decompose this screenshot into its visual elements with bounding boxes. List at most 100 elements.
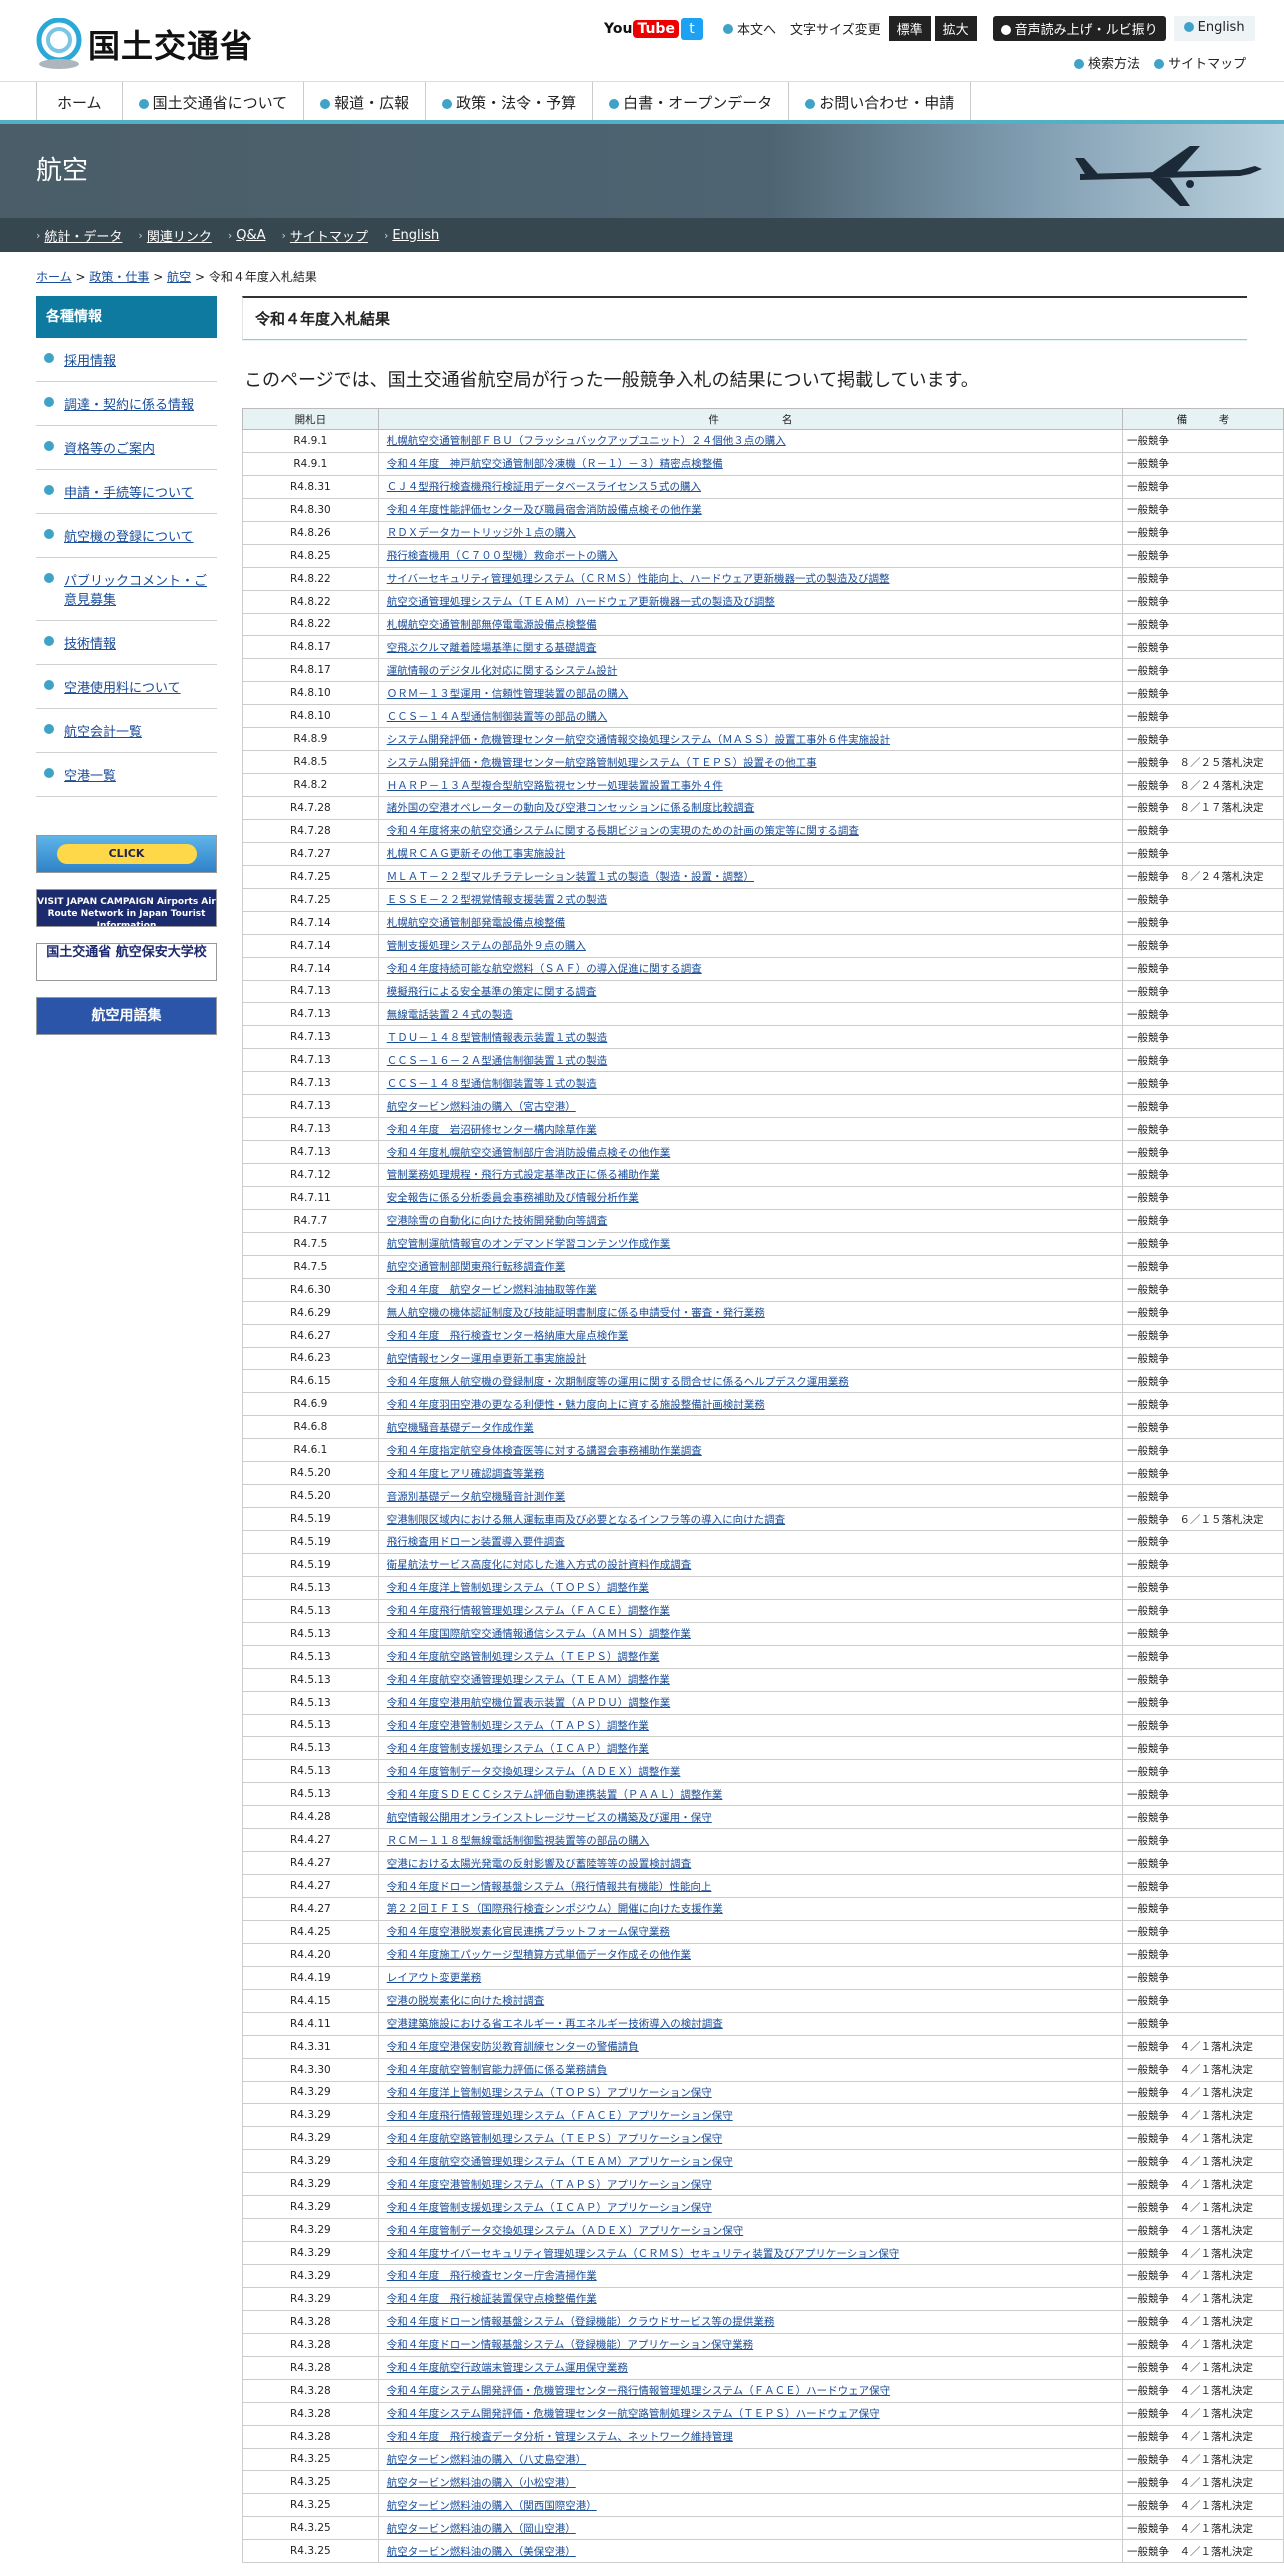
row-name-link[interactable]: 令和４年度 航空タービン燃料油抽取等作業: [387, 1284, 597, 1296]
row-name-link[interactable]: 令和４年度洋上管制処理システム（ＴＯＰＳ）調整作業: [387, 1582, 649, 1594]
gnav-about[interactable]: 国土交通省について: [123, 82, 305, 120]
row-name-link[interactable]: 令和４年度空港脱炭素化官民連携プラットフォーム保守業務: [387, 1926, 670, 1938]
sidebar-item-technical[interactable]: 技術情報: [36, 621, 217, 665]
row-name-link[interactable]: 令和４年度管制支援処理システム（ＩＣＡＰ）調整作業: [387, 1743, 649, 1755]
search-method-link[interactable]: 検索方法: [1088, 57, 1140, 72]
row-name-link[interactable]: 札幌航空交通管制部ＦＢＵ（フラッシュバックアップユニット）２４個他３点の購入: [387, 435, 786, 447]
row-name-link[interactable]: 令和４年度空港保安防災教育訓練センターの警備請負: [387, 2041, 639, 2053]
sidebar-item-airports[interactable]: 空港一覧: [36, 753, 217, 797]
row-name-link[interactable]: 航空タービン燃料油の購入（宮古空港）: [387, 1101, 576, 1113]
gnav-whitepaper[interactable]: 白書・オープンデータ: [593, 82, 790, 120]
row-name-link[interactable]: 令和４年度札幌航空交通管制部庁舎消防設備点検その他作業: [387, 1147, 671, 1159]
row-name-link[interactable]: 令和４年度システム開発評価・危機管理センター航空路管制処理システム（ＴＥＰＳ）ハ…: [387, 2408, 880, 2420]
row-name-link[interactable]: 令和４年度 神戸航空交通管制部冷凍機（Ｒ－１）－３）精密点検整備: [387, 458, 723, 470]
row-name-link[interactable]: 諸外国の空港オペレーターの動向及び空港コンセッションに係る制度比較調査: [387, 802, 755, 814]
row-name-link[interactable]: ＨＡＲＰ－１３Ａ型複合型航空路監視センサー処理装置設置工事外４件: [387, 780, 723, 792]
row-name-link[interactable]: 令和４年度管制データ交換処理システム（ＡＤＥＸ）調整作業: [387, 1766, 681, 1778]
row-name-link[interactable]: 令和４年度ヒアリ確認調査等業務: [387, 1468, 545, 1480]
subnav-sitemap[interactable]: サイトマップ: [290, 226, 368, 245]
row-name-link[interactable]: 航空管制運航情報官のオンデマンド学習コンテンツ作成作業: [387, 1238, 671, 1250]
banner-glossary[interactable]: 航空用語集: [36, 997, 217, 1035]
row-name-link[interactable]: 管制業務処理規程・飛行方式設定基準改正に係る補助作業: [387, 1169, 660, 1181]
row-name-link[interactable]: ＭＬＡＴ－２２型マルチラテレーション装置１式の製造（製造・設置・調整）: [387, 871, 754, 883]
row-name-link[interactable]: 令和４年度航空路管制処理システム（ＴＥＰＳ）調整作業: [387, 1651, 660, 1663]
row-name-link[interactable]: ＲＣＭ－１１８型無線電話制御監視装置等の部品の購入: [387, 1835, 650, 1847]
row-name-link[interactable]: 管制支援処理システムの部品外９点の購入: [387, 940, 586, 952]
sidebar-item-registration[interactable]: 航空機の登録について: [36, 514, 217, 558]
subnav-english[interactable]: English: [392, 228, 439, 243]
voice-ruby-button[interactable]: 音声読み上げ・ルビ振り: [992, 16, 1166, 41]
row-name-link[interactable]: 航空機騒音基礎データ作成作業: [387, 1422, 534, 1434]
row-name-link[interactable]: 運航情報のデジタル化対応に関するシステム設計: [387, 665, 617, 677]
breadcrumb-policy[interactable]: 政策・仕事: [89, 270, 149, 284]
font-large-button[interactable]: 拡大: [934, 16, 977, 41]
row-name-link[interactable]: 令和４年度航空交通管理処理システム（ＴＥＡＭ）アプリケーション保守: [387, 2156, 733, 2168]
gnav-home[interactable]: ホーム: [36, 82, 123, 120]
row-name-link[interactable]: 航空タービン燃料油の購入（美保空港）: [387, 2546, 576, 2558]
row-name-link[interactable]: 令和４年度ドローン情報基盤システム（登録機能）アプリケーション保守業務: [387, 2339, 753, 2351]
row-name-link[interactable]: 令和４年度空港用航空機位置表示装置（ＡＰＤＵ）調整作業: [387, 1697, 671, 1709]
row-name-link[interactable]: 安全報告に係る分析委員会事務補助及び情報分析作業: [387, 1192, 639, 1204]
row-name-link[interactable]: 航空タービン燃料油の購入（岡山空港）: [387, 2523, 576, 2535]
sidebar-item-recruit[interactable]: 採用情報: [36, 338, 217, 382]
sidebar-item-airport-fees[interactable]: 空港使用料について: [36, 665, 217, 709]
row-name-link[interactable]: 令和４年度持続可能な航空燃料（ＳＡＦ）の導入促進に関する調査: [387, 963, 702, 975]
row-name-link[interactable]: 令和４年度航空路管制処理システム（ＴＥＰＳ）アプリケーション保守: [387, 2133, 722, 2145]
row-name-link[interactable]: 令和４年度 岩沼研修センター構内除草作業: [387, 1124, 597, 1136]
row-name-link[interactable]: 航空交通管理処理システム（ＴＥＡＭ）ハードウェア更新機器一式の製造及び調整: [387, 596, 775, 608]
row-name-link[interactable]: ＴＤＵ－１４８型管制情報表示装置１式の製造: [387, 1032, 608, 1044]
row-name-link[interactable]: 令和４年度管制支援処理システム（ＩＣＡＰ）アプリケーション保守: [387, 2202, 712, 2214]
row-name-link[interactable]: 令和４年度空港管制処理システム（ＴＡＰＳ）アプリケーション保守: [387, 2179, 712, 2191]
gnav-contact[interactable]: お問い合わせ・申請: [789, 82, 972, 120]
row-name-link[interactable]: 令和４年度サイバーセキュリティ管理処理システム（ＣＲＭＳ）セキュリティ装置及びア…: [387, 2248, 900, 2260]
row-name-link[interactable]: 令和４年度飛行情報管理処理システム（ＦＡＣＥ）調整作業: [387, 1605, 670, 1617]
row-name-link[interactable]: 模擬飛行による安全基準の策定に関する調査: [387, 986, 597, 998]
row-name-link[interactable]: 札幌ＲＣＡＧ更新その他工事実施設計: [387, 848, 566, 860]
row-name-link[interactable]: 令和４年度ドローン情報基盤システム（飛行情報共有機能）性能向上: [387, 1881, 712, 1893]
row-name-link[interactable]: 空港制限区域内における無人運転車両及び必要となるインフラ等の導入に向けた調査: [387, 1514, 785, 1526]
row-name-link[interactable]: 無線電話装置２４式の製造: [387, 1009, 513, 1021]
row-name-link[interactable]: 令和４年度 飛行検査センター格納庫大扉点検作業: [387, 1330, 629, 1342]
font-standard-button[interactable]: 標準: [888, 16, 931, 41]
banner-visit-japan[interactable]: VISIT JAPAN CAMPAIGN Airports Air Route …: [36, 889, 217, 927]
banner-aviation-college[interactable]: 国土交通省 航空保安大学校: [36, 943, 217, 981]
row-name-link[interactable]: 空港除雪の自動化に向けた技術開発動向等調査: [387, 1215, 608, 1227]
row-name-link[interactable]: 空港における太陽光発電の反射影響及び蓄陸等等の設置検討調査: [387, 1858, 692, 1870]
row-name-link[interactable]: 航空タービン燃料油の購入（八丈島空港）: [387, 2454, 587, 2466]
row-name-link[interactable]: 航空タービン燃料油の購入（関西国際空港）: [387, 2500, 597, 2512]
breadcrumb-aviation[interactable]: 航空: [167, 270, 191, 284]
row-name-link[interactable]: システム開発評価・危機管理センター航空路管制処理システム（ＴＥＰＳ）設置その他工…: [387, 757, 817, 769]
row-name-link[interactable]: 航空タービン燃料油の購入（小松空港）: [387, 2477, 576, 2489]
row-name-link[interactable]: 令和４年度指定航空身体検査医等に対する講習会事務補助作業調査: [387, 1445, 702, 1457]
breadcrumb-home[interactable]: ホーム: [36, 270, 72, 284]
sidebar-item-applications[interactable]: 申請・手続等について: [36, 470, 217, 514]
row-name-link[interactable]: 飛行検査機用（Ｃ７００型機）救命ボートの購入: [387, 550, 618, 562]
row-name-link[interactable]: 令和４年度ＳＤＥＣＣシステム評価自動連携装置（ＰＡＡＬ）調整作業: [387, 1789, 723, 1801]
row-name-link[interactable]: サイバーセキュリティ管理処理システム（ＣＲＭＳ）性能向上、ハードウェア更新機器一…: [387, 573, 890, 585]
row-name-link[interactable]: 令和４年度洋上管制処理システム（ＴＯＰＳ）アプリケーション保守: [387, 2087, 712, 2099]
skip-to-content-link[interactable]: 本文へ: [737, 19, 776, 38]
row-name-link[interactable]: 令和４年度飛行情報管理処理システム（ＦＡＣＥ）アプリケーション保守: [387, 2110, 733, 2122]
row-name-link[interactable]: 飛行検査用ドローン装置導入要件調査: [387, 1536, 565, 1548]
row-name-link[interactable]: 航空情報公開用オンラインストレージサービスの構築及び運用・保守: [387, 1812, 712, 1824]
row-name-link[interactable]: ＣＣＳ－１４Ａ型通信制御装置等の部品の購入: [387, 711, 608, 723]
row-name-link[interactable]: ＣＣＳ－１４８型通信制御装置等１式の製造: [387, 1078, 597, 1090]
row-name-link[interactable]: 令和４年度施工パッケージ型積算方式単価データ作成その他作業: [387, 1949, 691, 1961]
row-name-link[interactable]: 令和４年度性能評価センター及び職員宿舎消防設備点検その他作業: [387, 504, 702, 516]
row-name-link[interactable]: ＣＪ４型飛行検査機飛行検証用データベースライセンス５式の購入: [387, 481, 701, 493]
mlit-logo[interactable]: 国土交通省: [36, 17, 253, 70]
row-name-link[interactable]: 空港建築施設における省エネルギー・再エネルギー技術導入の検討調査: [387, 2018, 723, 2030]
sidebar-item-procurement[interactable]: 調達・契約に係る情報: [36, 382, 217, 426]
row-name-link[interactable]: 札幌航空交通管制部発電設備点検整備: [387, 917, 566, 929]
banner-click[interactable]: CLICK: [36, 835, 217, 873]
row-name-link[interactable]: ＲＤＸデータカートリッジ外１点の購入: [387, 527, 576, 539]
sidebar-item-accounting[interactable]: 航空会計一覧: [36, 709, 217, 753]
row-name-link[interactable]: 令和４年度 飛行検査データ分析・管理システム、ネットワーク維持管理: [387, 2431, 733, 2443]
row-name-link[interactable]: 令和４年度無人航空機の登録制度・次期制度等の運用に関する問合せに係るヘルプデスク…: [387, 1376, 849, 1388]
row-name-link[interactable]: 令和４年度管制データ交換処理システム（ＡＤＥＸ）アプリケーション保守: [387, 2225, 743, 2237]
row-name-link[interactable]: 音源別基礎データ航空機騒音計測作業: [387, 1491, 566, 1503]
row-name-link[interactable]: システム開発評価・危機管理センター航空交通情報交換処理システム（ＭＡＳＳ）設置工…: [387, 734, 890, 746]
row-name-link[interactable]: 令和４年度空港管制処理システム（ＴＡＰＳ）調整作業: [387, 1720, 649, 1732]
row-name-link[interactable]: 第２２回ＩＦＩＳ（国際飛行検査シンポジウム）開催に向けた支援作業: [387, 1903, 723, 1915]
row-name-link[interactable]: 令和４年度 飛行検査センター庁舎清掃作業: [387, 2270, 597, 2282]
